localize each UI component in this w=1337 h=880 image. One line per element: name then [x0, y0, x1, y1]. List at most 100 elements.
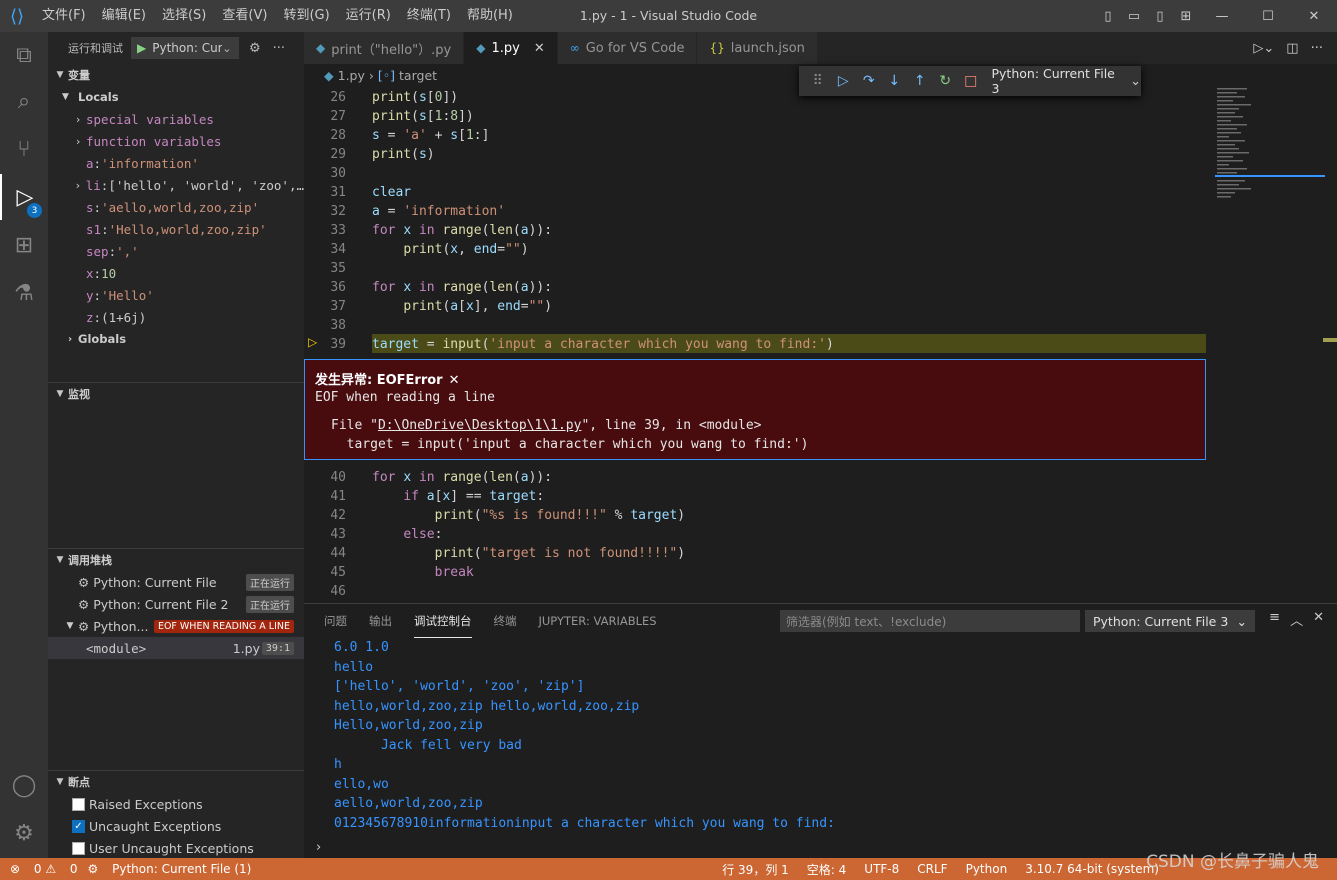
- close-icon[interactable]: ✕: [534, 41, 545, 56]
- toggle-sidebar-icon[interactable]: ▯: [1097, 9, 1119, 24]
- checkbox[interactable]: [72, 797, 85, 811]
- maximize-button[interactable]: ☐: [1245, 9, 1291, 24]
- code-lines-bottom[interactable]: 40 for x in range(len(a)): 41 if a[x] == …: [304, 468, 1204, 601]
- encoding[interactable]: UTF-8: [864, 862, 899, 876]
- close-icon[interactable]: ✕: [449, 373, 460, 388]
- breadcrumb-file[interactable]: 1.py: [338, 68, 365, 83]
- variable-row[interactable]: sep: ',': [48, 240, 304, 262]
- line-ending[interactable]: CRLF: [917, 862, 947, 876]
- more-actions-icon[interactable]: ···: [273, 41, 285, 56]
- trace-file-link[interactable]: D:\OneDrive\Desktop\1\1.py: [378, 418, 582, 433]
- extensions-icon[interactable]: ⊞: [0, 222, 48, 268]
- variable-row[interactable]: s: 'aello,world,zoo,zip': [48, 196, 304, 218]
- menu-help[interactable]: 帮助(H): [459, 0, 521, 32]
- close-panel-icon[interactable]: ✕: [1313, 610, 1324, 629]
- step-into-icon[interactable]: ↓: [882, 73, 908, 89]
- tab-jupyter-variables[interactable]: JUPYTER: VARIABLES: [539, 604, 657, 638]
- breakpoints-section-title[interactable]: ▼ 断点: [48, 771, 304, 793]
- close-window-button[interactable]: ✕: [1291, 9, 1337, 24]
- problems-status[interactable]: ⊗ 0 ⚠ 0: [10, 862, 78, 876]
- console-input-prompt-icon[interactable]: ›: [316, 840, 321, 855]
- callstack-session[interactable]: ▼ ⚙ Python... EOF WHEN READING A LINE: [48, 615, 304, 637]
- open-launch-json-icon[interactable]: ⚙: [249, 41, 261, 56]
- menu-edit[interactable]: 编辑(E): [94, 0, 154, 32]
- menu-go[interactable]: 转到(G): [275, 0, 337, 32]
- checkbox-checked[interactable]: ✓: [72, 819, 85, 833]
- callstack-session[interactable]: ⚙ Python: Current File 2 正在运行: [48, 593, 304, 615]
- checkbox[interactable]: [72, 841, 85, 855]
- globals-scope[interactable]: › Globals: [48, 328, 304, 350]
- variable-row[interactable]: x: 10: [48, 262, 304, 284]
- console-filter-input[interactable]: 筛选器(例如 text、!exclude): [780, 610, 1080, 632]
- tab-launch-json[interactable]: {} launch.json: [697, 32, 818, 64]
- toggle-panel-icon[interactable]: ▭: [1123, 9, 1145, 24]
- tab-print-hello-py[interactable]: ◆ print（"hello"）.py: [304, 32, 465, 64]
- settings-gear-icon[interactable]: ⚙: [0, 810, 48, 856]
- breadcrumb-symbol[interactable]: target: [399, 68, 437, 83]
- toggle-secondary-sidebar-icon[interactable]: ▯: [1149, 9, 1171, 24]
- menu-bar: 文件(F) 编辑(E) 选择(S) 查看(V) 转到(G) 运行(R) 终端(T…: [34, 0, 521, 32]
- more-actions-icon[interactable]: ···: [1311, 41, 1323, 56]
- run-file-icon[interactable]: ▷⌄: [1253, 41, 1274, 56]
- minimize-button[interactable]: —: [1199, 9, 1245, 24]
- variable-row[interactable]: › function variables: [48, 130, 304, 152]
- tab-debug-console[interactable]: 调试控制台: [414, 604, 472, 638]
- exception-traceback: File "D:\OneDrive\Desktop\1\1.py", line …: [331, 416, 808, 454]
- variables-section-title[interactable]: ▼ 变量: [48, 64, 304, 86]
- menu-view[interactable]: 查看(V): [214, 0, 275, 32]
- breakpoint-user-uncaught-exceptions[interactable]: User Uncaught Exceptions: [48, 837, 304, 859]
- split-editor-icon[interactable]: ◫: [1286, 41, 1298, 56]
- maximize-panel-icon[interactable]: ︿: [1290, 610, 1303, 629]
- customize-layout-icon[interactable]: ⊞: [1175, 9, 1197, 24]
- breakpoint-uncaught-exceptions[interactable]: ✓ Uncaught Exceptions: [48, 815, 304, 837]
- debug-status[interactable]: ⚙ Python: Current File (1): [88, 862, 252, 876]
- variable-row[interactable]: › li: ['hello', 'world', 'zoo',…: [48, 174, 304, 196]
- variable-row[interactable]: a: 'information': [48, 152, 304, 174]
- python-interpreter[interactable]: 3.10.7 64-bit (system): [1025, 862, 1159, 876]
- menu-selection[interactable]: 选择(S): [154, 0, 214, 32]
- cursor-position[interactable]: 行 39，列 1: [722, 861, 789, 878]
- restart-icon[interactable]: ↻: [933, 73, 959, 89]
- separator: :: [101, 221, 109, 237]
- start-debug-icon[interactable]: ▶: [137, 41, 146, 55]
- tab-output[interactable]: 输出: [369, 604, 392, 638]
- menu-run[interactable]: 运行(R): [338, 0, 399, 32]
- stop-icon[interactable]: □: [958, 73, 984, 89]
- breakpoint-raised-exceptions[interactable]: Raised Exceptions: [48, 793, 304, 815]
- language-mode[interactable]: Python: [966, 862, 1008, 876]
- accounts-icon[interactable]: ◯: [0, 762, 48, 808]
- source-control-icon[interactable]: ⑂: [0, 126, 48, 172]
- stack-frame[interactable]: <module> 1.py 39:1: [48, 637, 304, 659]
- variable-row[interactable]: z: (1+6j): [48, 306, 304, 328]
- continue-icon[interactable]: ▷: [831, 73, 857, 89]
- step-over-icon[interactable]: ↷: [856, 73, 882, 89]
- console-line: 6.0 1.0: [334, 640, 389, 655]
- minimap[interactable]: [1215, 86, 1325, 206]
- testing-icon[interactable]: ⚗: [0, 270, 48, 316]
- indentation[interactable]: 空格: 4: [807, 861, 847, 878]
- callstack-session[interactable]: ⚙ Python: Current File 正在运行: [48, 571, 304, 593]
- variable-name: y: [86, 287, 94, 303]
- code-lines-top[interactable]: 26 print(s[0]) 27 print(s[1:8]) 28 s = 'a' …: [304, 88, 1204, 354]
- run-debug-icon[interactable]: ▷ 3: [0, 174, 48, 220]
- watch-section-title[interactable]: ▼ 监视: [48, 383, 304, 405]
- console-session-select[interactable]: Python: Current File 3 ⌄: [1085, 610, 1255, 632]
- variable-row[interactable]: s1: 'Hello,world,zoo,zip': [48, 218, 304, 240]
- menu-terminal[interactable]: 终端(T): [399, 0, 459, 32]
- drag-handle-icon[interactable]: ⠿: [805, 73, 831, 89]
- editor-tabs: ◆ print（"hello"）.py ◆ 1.py ✕ ∞ Go for VS…: [304, 32, 1337, 64]
- menu-file[interactable]: 文件(F): [34, 0, 94, 32]
- callstack-section-title[interactable]: ▼ 调用堆栈: [48, 549, 304, 571]
- search-icon[interactable]: ⌕: [0, 78, 48, 124]
- tab-1-py[interactable]: ◆ 1.py ✕: [464, 32, 558, 64]
- step-out-icon[interactable]: ↑: [907, 73, 933, 89]
- variable-row[interactable]: y: 'Hello': [48, 284, 304, 306]
- clear-console-icon[interactable]: ≡: [1269, 610, 1280, 629]
- locals-scope[interactable]: ▼ Locals: [48, 86, 304, 108]
- variable-row[interactable]: › special variables: [48, 108, 304, 130]
- run-config-select[interactable]: ▶ Python: Current File ⌄: [131, 37, 239, 59]
- tab-problems[interactable]: 问题: [324, 604, 347, 638]
- tab-go-for-vscode[interactable]: ∞ Go for VS Code: [557, 32, 698, 64]
- tab-terminal[interactable]: 终端: [494, 604, 517, 638]
- explorer-icon[interactable]: ⧉: [0, 32, 48, 78]
